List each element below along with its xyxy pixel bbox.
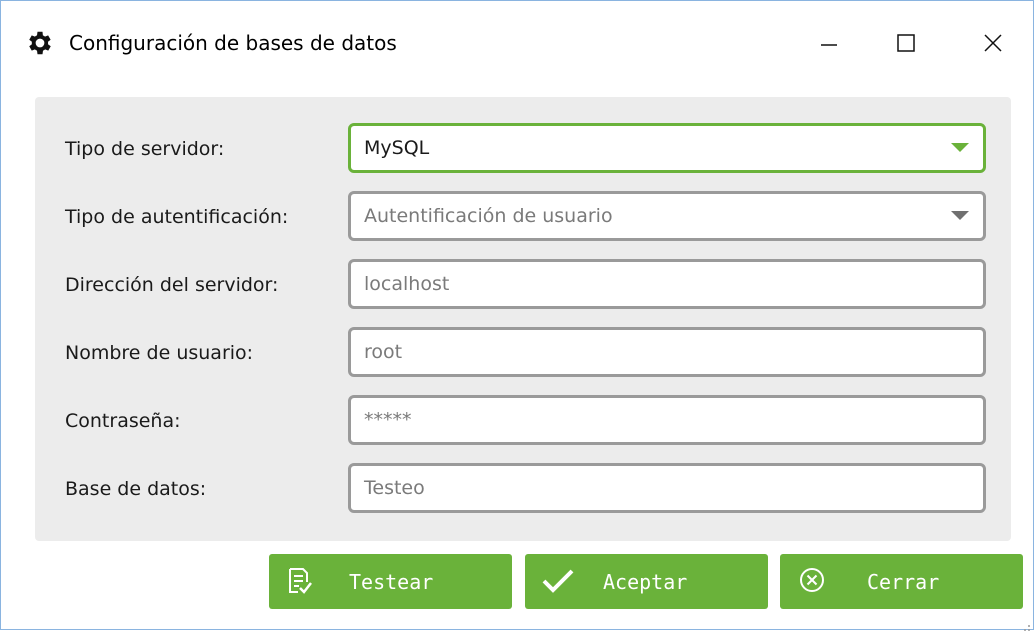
row-password: Contraseña: ***** <box>35 393 1011 449</box>
server-type-label: Tipo de servidor: <box>65 138 225 160</box>
chevron-down-icon <box>951 211 969 220</box>
username-label: Nombre de usuario: <box>65 342 254 364</box>
row-username: Nombre de usuario: root <box>35 325 1011 381</box>
accept-button-label: Aceptar <box>603 570 688 594</box>
row-server-address: Dirección del servidor: localhost <box>35 257 1011 313</box>
minimize-icon <box>821 44 837 46</box>
title-bar[interactable]: Configuración de bases de datos <box>1 1 1033 83</box>
minimize-button[interactable] <box>807 23 851 63</box>
chevron-down-icon <box>951 143 969 152</box>
close-button[interactable] <box>971 23 1015 63</box>
username-input[interactable]: root <box>348 327 986 377</box>
password-input[interactable]: ***** <box>348 395 986 445</box>
form-panel: Tipo de servidor: MySQL Tipo de autentif… <box>35 97 1011 541</box>
server-address-input[interactable]: localhost <box>348 259 986 309</box>
server-type-select[interactable]: MySQL <box>348 123 986 173</box>
password-value: ***** <box>364 409 412 431</box>
auth-type-value: Autentificación de usuario <box>364 205 613 227</box>
row-auth-type: Tipo de autentificación: Autentificación… <box>35 189 1011 245</box>
circle-x-icon <box>798 566 826 598</box>
auth-type-label: Tipo de autentificación: <box>65 206 289 228</box>
password-label: Contraseña: <box>65 410 181 432</box>
server-address-label: Dirección del servidor: <box>65 274 279 296</box>
checkmark-icon <box>541 568 575 598</box>
close-icon <box>984 34 1002 52</box>
row-server-type: Tipo de servidor: MySQL <box>35 121 1011 177</box>
dialog-window: Configuración de bases de datos Tipo de … <box>0 0 1034 631</box>
accept-button[interactable]: Aceptar <box>525 554 768 609</box>
checklist-icon <box>287 567 313 599</box>
maximize-button[interactable] <box>884 23 928 63</box>
username-value: root <box>364 341 403 363</box>
row-database: Base de datos: Testeo <box>35 461 1011 517</box>
test-button[interactable]: Testear <box>269 554 512 609</box>
gear-icon <box>25 28 55 58</box>
close-dialog-button-label: Cerrar <box>867 570 940 594</box>
server-address-value: localhost <box>364 273 450 295</box>
database-label: Base de datos: <box>65 478 207 500</box>
database-value: Testeo <box>364 477 425 499</box>
window-title: Configuración de bases de datos <box>69 31 397 55</box>
close-dialog-button[interactable]: Cerrar <box>780 554 1023 609</box>
maximize-icon <box>897 34 915 52</box>
resize-grip-icon[interactable] <box>1021 617 1031 631</box>
test-button-label: Testear <box>349 570 434 594</box>
server-type-value: MySQL <box>364 137 430 159</box>
database-input[interactable]: Testeo <box>348 463 986 513</box>
auth-type-select[interactable]: Autentificación de usuario <box>348 191 986 241</box>
